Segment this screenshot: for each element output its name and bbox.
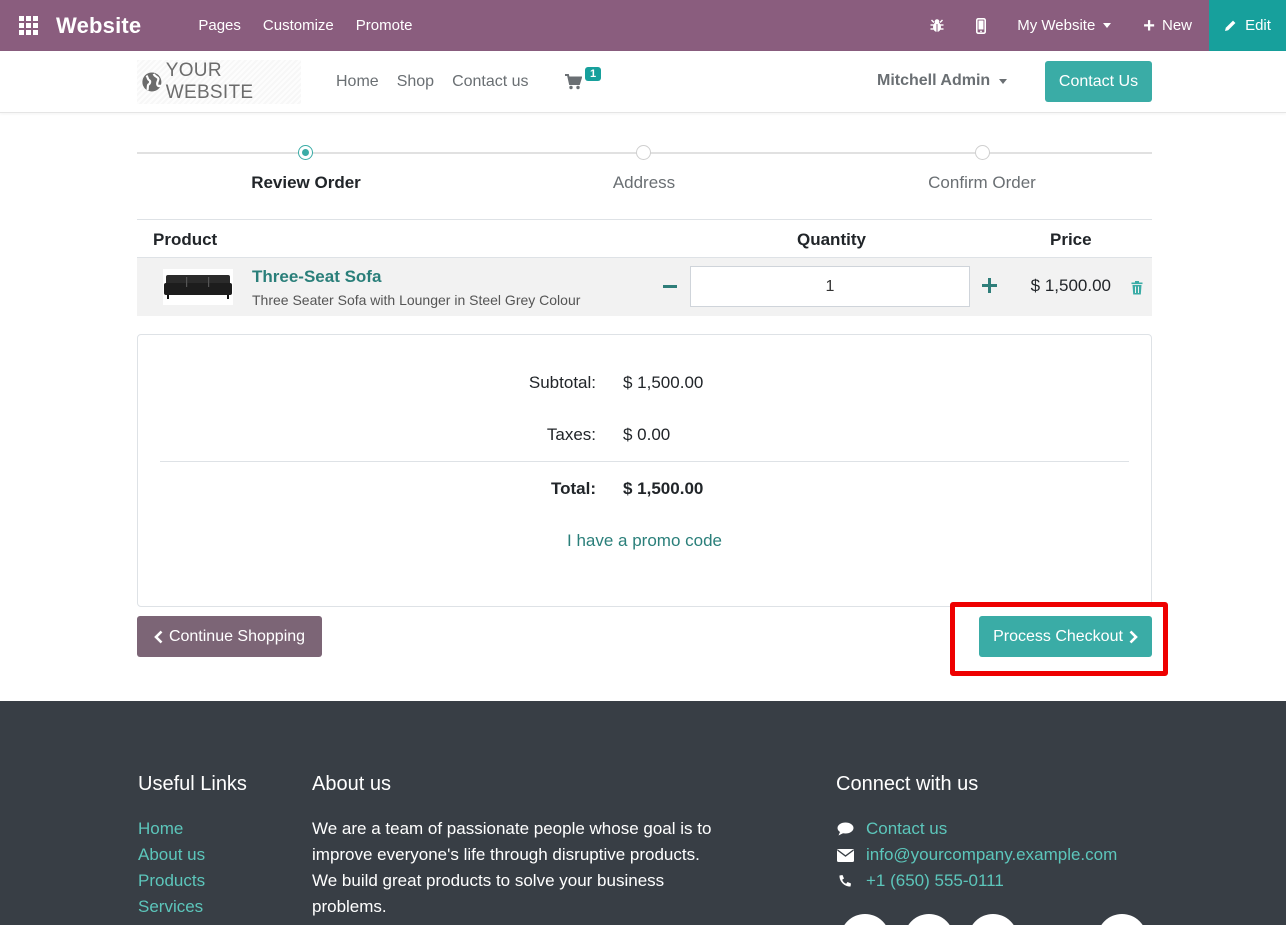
my-website-label: My Website	[1017, 17, 1096, 34]
step-dot-confirm	[975, 145, 990, 160]
social-button[interactable]	[968, 914, 1018, 925]
sofa-image	[164, 275, 232, 299]
step-dot-review	[298, 145, 313, 160]
continue-shopping-label: Continue Shopping	[168, 627, 306, 645]
connect-email-item: info@yourcompany.example.com	[836, 842, 1117, 868]
table-header: Product Quantity Price	[137, 219, 1152, 257]
order-summary: Subtotal: $ 1,500.00 Taxes: $ 0.00 Total…	[137, 334, 1152, 607]
step-confirm-order: Confirm Order	[928, 173, 1036, 192]
quantity-input[interactable]	[690, 266, 970, 307]
cart-icon	[565, 74, 582, 90]
envelope-icon	[836, 848, 854, 862]
trash-icon[interactable]	[1131, 281, 1143, 295]
process-checkout-button[interactable]: Process Checkout	[979, 616, 1152, 657]
mobile-icon	[976, 17, 987, 34]
chevron-down-icon	[999, 78, 1008, 84]
connect-section: Connect with us Contact us info@yourcomp…	[836, 773, 1117, 894]
connect-contact-item: Contact us	[836, 816, 1117, 842]
connect-contact-link[interactable]: Contact us	[866, 816, 947, 842]
social-button[interactable]	[1097, 914, 1147, 925]
product-price: $ 1,500.00	[1030, 276, 1111, 295]
debug-button[interactable]	[915, 18, 959, 33]
about-section: About us We are a team of passionate peo…	[312, 773, 712, 920]
header-price: Price	[1050, 230, 1092, 249]
about-text: We are a team of passionate people whose…	[312, 819, 712, 916]
mobile-preview-button[interactable]	[959, 17, 1003, 34]
chevron-right-icon	[1129, 630, 1138, 643]
chevron-down-icon	[1103, 23, 1112, 28]
step-review-order: Review Order	[251, 173, 361, 192]
header-product: Product	[153, 230, 218, 249]
edit-button[interactable]: Edit	[1209, 0, 1286, 51]
useful-links-section: Useful Links Home About us Products Serv…	[138, 773, 247, 920]
admin-menu: Pages Customize Promote	[187, 17, 423, 34]
subtotal-value: $ 1,500.00	[623, 373, 704, 392]
continue-shopping-button[interactable]: Continue Shopping	[137, 616, 322, 657]
cart-count-badge: 1	[585, 67, 602, 81]
site-footer: Useful Links Home About us Products Serv…	[0, 701, 1286, 925]
app-title: Website	[56, 12, 142, 38]
bug-icon	[930, 19, 944, 32]
menu-promote[interactable]: Promote	[345, 17, 424, 34]
summary-divider	[160, 461, 1129, 462]
process-checkout-label: Process Checkout	[993, 627, 1123, 645]
contact-us-button[interactable]: Contact Us	[1045, 61, 1152, 102]
apps-grid-icon	[18, 16, 38, 35]
menu-pages[interactable]: Pages	[187, 17, 252, 34]
header-quantity: Quantity	[797, 230, 866, 249]
user-name: Mitchell Admin	[877, 72, 991, 89]
footer-link-about-us[interactable]: About us	[138, 842, 247, 868]
site-logo[interactable]: YOUR WEBSITE	[137, 60, 301, 104]
menu-customize[interactable]: Customize	[252, 17, 345, 34]
social-button[interactable]	[904, 914, 954, 925]
logo-text: YOUR WEBSITE	[165, 60, 254, 103]
social-button[interactable]	[840, 914, 890, 925]
chevron-left-icon	[154, 630, 163, 643]
useful-links-title: Useful Links	[138, 773, 247, 795]
promo-code-link[interactable]: I have a promo code	[138, 531, 1151, 551]
admin-bar: Website Pages Customize Promote My Websi…	[0, 0, 1286, 51]
plus-icon: +	[1143, 14, 1155, 37]
globe-icon	[142, 72, 162, 92]
new-button[interactable]: + New	[1129, 16, 1209, 36]
product-name-link[interactable]: Three-Seat Sofa	[252, 267, 381, 287]
about-title: About us	[312, 773, 391, 795]
apps-menu-button[interactable]	[0, 0, 56, 51]
site-nav: Home Shop Contact us	[336, 73, 529, 91]
nav-contact-us[interactable]: Contact us	[452, 73, 528, 91]
user-menu[interactable]: Mitchell Admin	[877, 72, 1008, 90]
total-value: $ 1,500.00	[623, 479, 704, 498]
nav-home[interactable]: Home	[336, 73, 379, 91]
cart-link[interactable]: 1	[565, 67, 605, 99]
taxes-value: $ 0.00	[623, 425, 671, 444]
product-description: Three Seater Sofa with Lounger in Steel …	[252, 292, 581, 308]
new-label: New	[1161, 17, 1192, 34]
taxes-label: Taxes:	[546, 425, 596, 444]
pencil-icon	[1225, 20, 1236, 31]
my-website-dropdown[interactable]: My Website	[1003, 17, 1129, 34]
minus-icon[interactable]	[662, 275, 678, 297]
cart-table: Product Quantity Price Three-Seat Sofa T…	[137, 219, 1152, 316]
plus-icon[interactable]	[982, 275, 998, 297]
footer-link-products[interactable]: Products	[138, 868, 247, 894]
footer-link-home[interactable]: Home	[138, 816, 247, 842]
edit-label: Edit	[1245, 17, 1271, 34]
total-label: Total:	[550, 479, 596, 498]
site-header: YOUR WEBSITE Home Shop Contact us 1 Mitc…	[0, 51, 1286, 113]
connect-email-link[interactable]: info@yourcompany.example.com	[866, 842, 1117, 868]
step-address: Address	[612, 173, 676, 192]
comment-icon	[836, 822, 854, 836]
step-dot-address	[636, 145, 651, 160]
phone-icon	[836, 874, 854, 888]
product-image[interactable]	[163, 269, 233, 305]
connect-title: Connect with us	[836, 773, 979, 795]
footer-link-services[interactable]: Services	[138, 894, 247, 920]
connect-phone-item: +1 (650) 555-0111	[836, 868, 1117, 894]
subtotal-label: Subtotal:	[528, 373, 596, 392]
table-row: Three-Seat Sofa Three Seater Sofa with L…	[137, 257, 1152, 316]
nav-shop[interactable]: Shop	[397, 73, 434, 91]
connect-phone-link[interactable]: +1 (650) 555-0111	[866, 868, 1004, 894]
